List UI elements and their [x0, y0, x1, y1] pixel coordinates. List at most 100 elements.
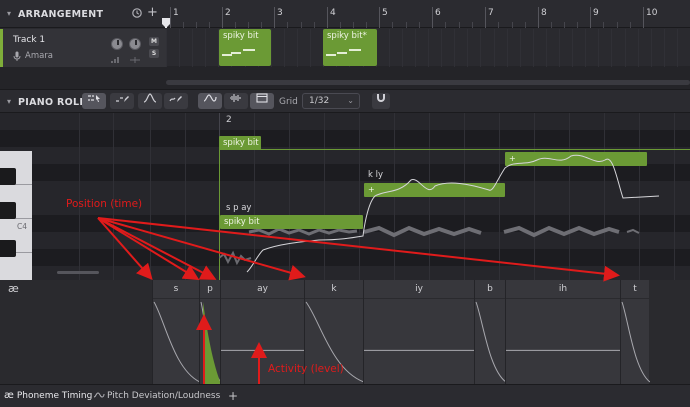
- phoneme-icon: æ: [4, 390, 14, 401]
- track-header[interactable]: Track 1 Amara M S: [0, 29, 166, 67]
- grid-line: [192, 29, 193, 67]
- volume-knob[interactable]: [111, 38, 123, 50]
- activity-curve[interactable]: [506, 300, 621, 384]
- pitch-view-toggle[interactable]: [198, 93, 222, 109]
- pan-indicator-icon: [129, 56, 140, 63]
- activity-curve[interactable]: [621, 300, 650, 384]
- mute-button[interactable]: M: [149, 37, 159, 46]
- track-name[interactable]: Track 1: [13, 35, 45, 45]
- grid-line: [297, 29, 298, 67]
- activity-curve[interactable]: [475, 300, 506, 384]
- ruler-tick: [170, 7, 171, 28]
- grid-dropdown[interactable]: 1/32 ⌄: [302, 93, 360, 109]
- phoneme-column[interactable]: b: [474, 280, 506, 384]
- grid-line: [507, 29, 508, 67]
- grid-line: [441, 29, 442, 67]
- grid-line: [310, 29, 311, 67]
- phoneme-column[interactable]: ih: [505, 280, 621, 384]
- grid-line: [480, 29, 481, 67]
- ruler-label: 5: [382, 8, 388, 18]
- select-tool-button[interactable]: [82, 93, 106, 109]
- arrangement-title: ARRANGEMENT: [18, 9, 104, 20]
- add-tab-button[interactable]: +: [228, 385, 238, 407]
- annotation-position: Position (time): [66, 198, 143, 210]
- timeline-view-toggle[interactable]: [250, 93, 274, 109]
- phoneme-label: s: [173, 284, 179, 294]
- piano-key[interactable]: [0, 253, 32, 280]
- bottom-tab-bar: æ Phoneme Timing Pitch Deviation/Loudness…: [0, 384, 690, 407]
- phoneme-column[interactable]: iy: [363, 280, 475, 384]
- grid-line: [677, 29, 678, 67]
- snap-toggle-button[interactable]: [372, 93, 390, 109]
- grid-line: [271, 29, 272, 67]
- tab-label: Pitch Deviation/Loudness: [107, 391, 221, 401]
- activity-curve[interactable]: [364, 300, 475, 384]
- pitch-pen-icon: [169, 96, 183, 106]
- tab-pitch-deviation[interactable]: Pitch Deviation/Loudness: [93, 385, 220, 407]
- grid-line: [415, 29, 416, 67]
- grid-line: [428, 29, 429, 67]
- ruler-tick: [274, 7, 275, 28]
- magnet-icon: [376, 94, 386, 106]
- grid-line: [598, 29, 599, 67]
- microphone-icon: [13, 51, 21, 61]
- curve-tool-button[interactable]: [138, 93, 162, 109]
- voice-name[interactable]: Amara: [25, 51, 53, 61]
- grid-line: [179, 29, 180, 67]
- phoneme-column[interactable]: p: [199, 280, 221, 384]
- phoneme-header-divider: [221, 298, 304, 299]
- bar-number: 2: [226, 115, 232, 125]
- grid-line: [150, 113, 151, 280]
- ruler-label: 4: [330, 8, 336, 18]
- phoneme-label: iy: [415, 284, 423, 294]
- pitch-curve[interactable]: [219, 140, 690, 280]
- phoneme-column[interactable]: s: [152, 280, 200, 384]
- phoneme-column[interactable]: t: [620, 280, 650, 384]
- arrangement-scrollbar[interactable]: [166, 80, 690, 85]
- grid-line: [494, 29, 495, 67]
- phoneme-label: k: [331, 284, 337, 294]
- chevron-down-icon[interactable]: ▾: [7, 97, 11, 106]
- key-label: C4: [17, 222, 28, 231]
- add-track-icon[interactable]: +: [147, 5, 158, 20]
- ruler-label: 7: [488, 8, 494, 18]
- grid-value: 1/32: [309, 96, 330, 106]
- ruler-label: 9: [593, 8, 599, 18]
- pitch-draw-tool-button[interactable]: [164, 93, 188, 109]
- pitch-lane[interactable]: [0, 113, 690, 130]
- ruler-tick: [485, 7, 486, 28]
- arrangement-clip[interactable]: spiky bit*: [323, 29, 377, 66]
- grid-line: [572, 29, 573, 67]
- ruler-label: 6: [435, 8, 441, 18]
- curve-tool-icon: [143, 93, 157, 106]
- arrangement-empty-area: [0, 67, 690, 89]
- activity-curve[interactable]: [200, 300, 221, 384]
- pen-tool-button[interactable]: [110, 93, 134, 109]
- pan-knob[interactable]: [129, 38, 141, 50]
- annotation-activity: Activity (level): [268, 363, 344, 375]
- waveform-view-toggle[interactable]: [224, 93, 248, 109]
- phoneme-header-divider: [200, 298, 220, 299]
- tab-phoneme-timing[interactable]: æ Phoneme Timing: [4, 385, 92, 407]
- chevron-down-icon[interactable]: ▾: [7, 9, 11, 18]
- activity-curve[interactable]: [153, 300, 200, 384]
- ruler-label: 8: [541, 8, 547, 18]
- phoneme-label: ay: [257, 284, 268, 294]
- grid-line: [520, 29, 521, 67]
- piano-key-black[interactable]: [0, 168, 16, 185]
- grid-line: [638, 29, 639, 67]
- arrangement-clip[interactable]: spiky bit: [219, 29, 271, 66]
- history-icon[interactable]: [131, 7, 143, 19]
- grid-line: [185, 113, 186, 280]
- phoneme-label: p: [207, 284, 213, 294]
- clip-label: spiky bit: [223, 31, 259, 41]
- playhead-handle[interactable]: [162, 18, 170, 28]
- piano-key-black[interactable]: [0, 202, 16, 219]
- ruler-label: 1: [173, 8, 179, 18]
- solo-button[interactable]: S: [149, 49, 159, 58]
- piano-key-black[interactable]: [0, 240, 16, 257]
- phoneme-header-divider: [364, 298, 474, 299]
- chevron-down-icon: ⌄: [347, 96, 354, 105]
- vertical-scroll-thumb[interactable]: [57, 271, 99, 274]
- meter-icon: [111, 56, 121, 63]
